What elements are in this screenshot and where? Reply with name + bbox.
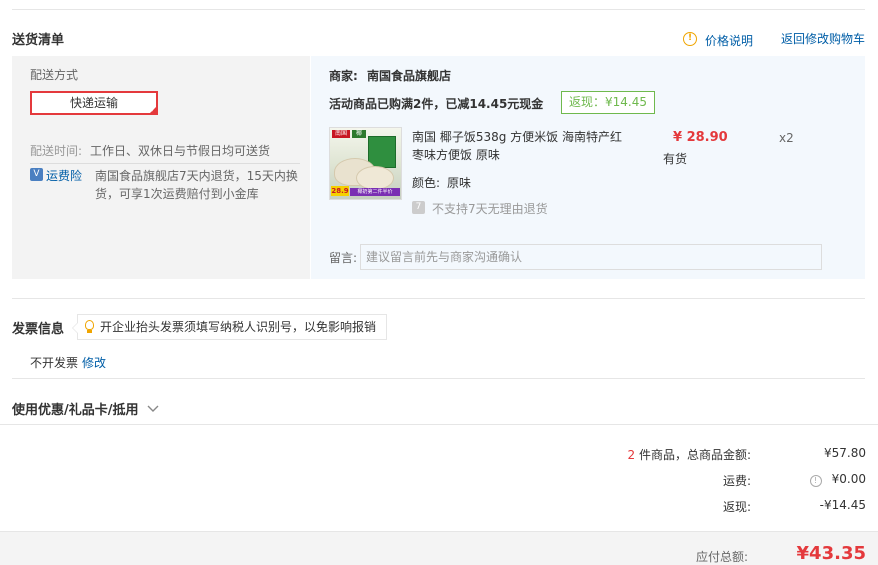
total-label: 应付总额: — [696, 550, 749, 564]
chevron-down-icon — [147, 405, 159, 412]
goods-count: 2 — [627, 448, 636, 462]
total-amount: ¥43.35 — [796, 543, 866, 564]
merchant-name: 南国食品旗舰店 — [367, 69, 452, 83]
goods-count-suffix: 件商品，总商品金额: — [638, 448, 751, 462]
delivery-method-label: 配送方式 — [30, 68, 79, 82]
delivery-method-option[interactable]: 快递运输 ✓ — [30, 91, 158, 115]
product-price: ¥ 28.90 — [673, 130, 728, 145]
no-return-icon: 7 — [412, 201, 425, 214]
summary-rebate-row: 返现: -¥14.45 — [566, 498, 866, 518]
color-value: 原味 — [447, 176, 472, 190]
merchant-label: 商家: — [329, 69, 358, 83]
shipping-amount-wrap: ! ¥0.00 — [809, 472, 866, 487]
check-icon: ✓ — [150, 106, 156, 114]
tip-arrow — [73, 323, 78, 333]
section-divider — [12, 298, 865, 299]
shipping-label: 运费: — [722, 474, 751, 488]
info-icon[interactable]: ! — [809, 475, 822, 487]
message-label: 留言: — [329, 251, 358, 265]
warning-icon: ! — [683, 32, 697, 46]
brand-logo: 南国 — [332, 130, 350, 138]
summary-shipping-row: 运费: ! ¥0.00 — [566, 472, 866, 492]
rebate-tag: 返现：¥14.45 — [561, 91, 655, 114]
invoice-tip: 开企业抬头发票须填写纳税人识别号，以免影响报销 — [72, 314, 387, 340]
image-promo-strip: 椰奶第二件半价 — [350, 188, 400, 196]
invoice-tip-text: 开企业抬头发票须填写纳税人识别号，以免影响报销 — [100, 320, 377, 334]
product-quantity: x2 — [779, 131, 794, 145]
top-divider — [12, 9, 865, 10]
lightbulb-icon — [87, 330, 92, 333]
summary-goods-label: 2 件商品，总商品金额: — [627, 446, 751, 463]
promo-text: 活动商品已购满2件，已减14.45元现金 — [329, 97, 544, 111]
delivery-divider — [30, 163, 300, 164]
message-input[interactable] — [360, 244, 822, 270]
coupons-title: 使用优惠/礼品卡/抵用 — [12, 403, 139, 418]
delivery-method-value: 快递运输 — [69, 96, 118, 110]
coupons-toggle[interactable]: 使用优惠/礼品卡/抵用 — [12, 399, 159, 418]
section-title: 送货清单 — [12, 33, 65, 48]
section-divider — [0, 424, 878, 425]
lightbulb-icon — [85, 320, 94, 330]
shipping-amount: ¥0.00 — [831, 472, 866, 486]
delivery-time-label: 配送时间: — [30, 144, 83, 158]
price-note-link[interactable]: 价格说明 — [705, 32, 753, 49]
product-image[interactable]: 南国 椰 28.9 椰奶第二件半价 — [329, 127, 402, 200]
invoice-edit-link[interactable]: 修改 — [82, 354, 106, 371]
product-title-link[interactable]: 南国 椰子饭538g 方便米饭 海南特产红枣味方便饭 原味 — [412, 128, 627, 164]
insurance-badge-link[interactable]: 运费险 — [46, 167, 82, 184]
food-graphic — [356, 166, 394, 190]
delivery-time-value: 工作日、双休日与节假日均可送货 — [90, 144, 271, 158]
stock-status: 有货 — [663, 152, 688, 166]
back-to-cart-link[interactable]: 返回修改购物车 — [781, 30, 865, 47]
no-return-text: 不支持7天无理由退货 — [432, 202, 548, 216]
section-divider — [12, 378, 865, 379]
goods-amount: ¥57.80 — [824, 446, 866, 460]
image-price-badge: 28.9 — [331, 186, 349, 196]
brand-logo-secondary: 椰 — [352, 130, 366, 138]
color-label: 颜色: — [412, 176, 441, 190]
rebate-amount: -¥14.45 — [819, 498, 866, 512]
rebate-label: 返现: — [722, 500, 751, 514]
summary-goods-row: 2 件商品，总商品金额: ¥57.80 — [566, 446, 866, 466]
invoice-title: 发票信息 — [12, 322, 65, 337]
shield-icon: V — [30, 168, 43, 181]
insurance-text: 南国食品旗舰店7天内退货，15天内换货，可享1次运费赔付到小金库 — [95, 169, 298, 201]
invoice-value: 不开发票 — [30, 356, 79, 370]
